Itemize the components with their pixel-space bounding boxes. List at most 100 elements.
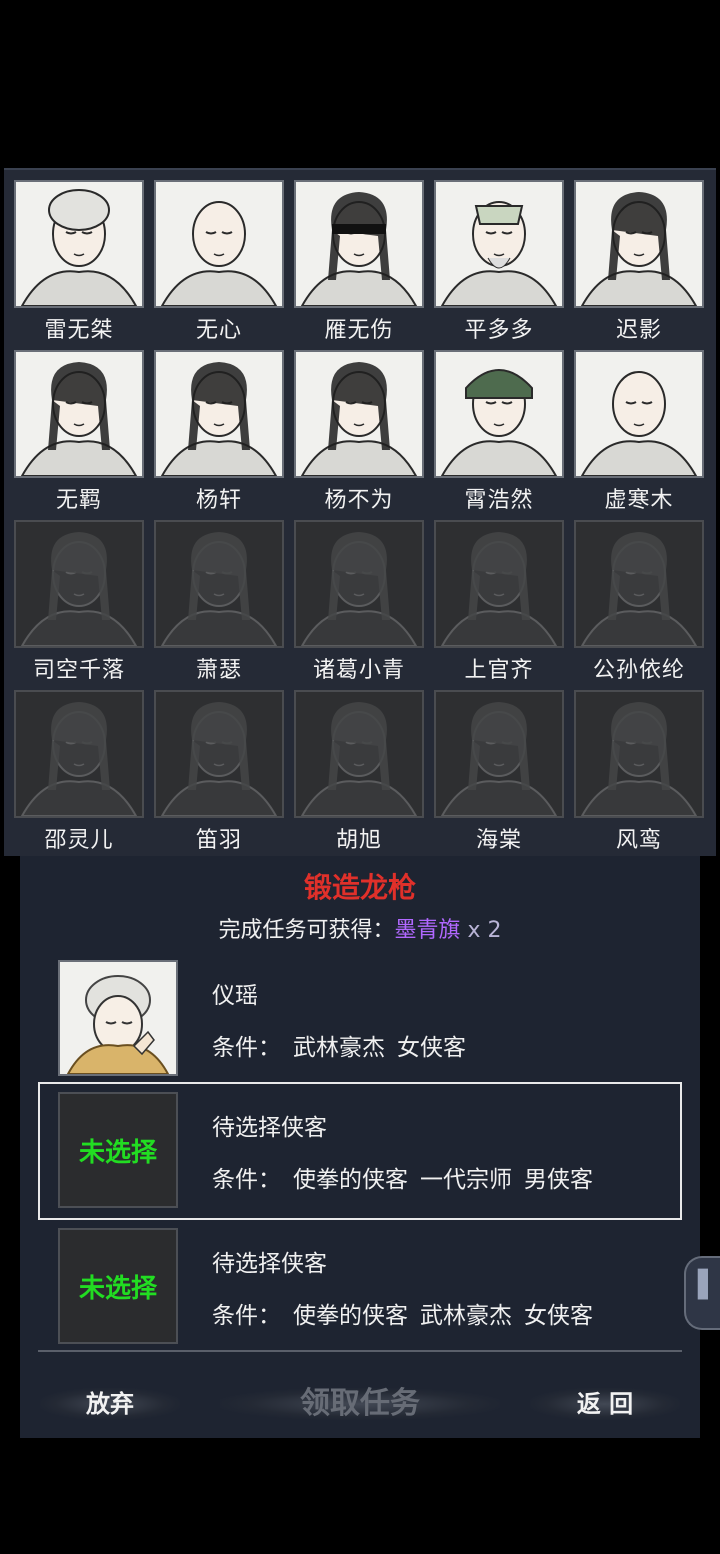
- top-black-band: [0, 0, 720, 168]
- hero-name: 海棠: [475, 828, 522, 853]
- hero-name: 平多多: [464, 318, 534, 343]
- slot-hero-name: 仪瑶: [212, 983, 258, 1009]
- slot-hero-name: 待选择侠客: [212, 1251, 327, 1277]
- hero-portrait[interactable]: [574, 520, 704, 648]
- hero-name: 司空千落: [32, 658, 125, 683]
- portrait-locked-icon: [300, 702, 418, 816]
- portrait-ponytail-icon: [20, 362, 138, 476]
- hero-card[interactable]: 邵灵儿: [14, 682, 144, 853]
- hero-card[interactable]: 公孙依纶: [574, 512, 704, 683]
- slot-portrait[interactable]: [58, 960, 178, 1076]
- portrait-locked-icon: [160, 532, 278, 646]
- condition-tag: 一代宗师: [420, 1167, 512, 1193]
- hero-portrait[interactable]: [434, 350, 564, 478]
- portrait-locked-icon: [20, 532, 138, 646]
- hero-portrait[interactable]: [294, 520, 424, 648]
- hero-card[interactable]: 迟影: [574, 172, 704, 343]
- hero-portrait[interactable]: [14, 180, 144, 308]
- hero-portrait[interactable]: [154, 180, 284, 308]
- hero-portrait[interactable]: [14, 520, 144, 648]
- hero-portrait[interactable]: [14, 350, 144, 478]
- condition-tag: 女侠客: [397, 1035, 466, 1061]
- quest-title: 锻造龙枪: [303, 871, 416, 904]
- portrait-locked-icon: [20, 702, 138, 816]
- back-button[interactable]: 返 回: [530, 1376, 680, 1432]
- reward-prefix: 完成任务可获得：: [218, 918, 395, 943]
- hero-card[interactable]: 雁无伤: [294, 172, 424, 343]
- hero-card[interactable]: 霄浩然: [434, 342, 564, 513]
- hero-card[interactable]: 杨不为: [294, 342, 424, 513]
- hero-portrait[interactable]: [434, 690, 564, 818]
- accept-quest-button[interactable]: 领取任务: [220, 1376, 500, 1432]
- hero-name: 公孙依纶: [592, 658, 685, 683]
- hero-name: 无心: [195, 318, 242, 343]
- hero-card[interactable]: 风鸾: [574, 682, 704, 853]
- portrait-bald-monk-icon: [160, 201, 278, 306]
- portrait-locked-icon: [300, 532, 418, 646]
- quest-slot-2[interactable]: 未选择 待选择侠客 条件： 使拳的侠客 一代宗师 男侠客: [38, 1082, 682, 1220]
- hero-name: 笛羽: [195, 828, 242, 853]
- hero-card[interactable]: 诸葛小青: [294, 512, 424, 683]
- hero-name: 虚寒木: [604, 488, 674, 513]
- hero-name: 杨轩: [195, 488, 242, 513]
- hero-name: 无羁: [55, 488, 102, 513]
- portrait-locked-icon: [580, 532, 698, 646]
- portrait-bald-monk-icon: [580, 371, 698, 476]
- hero-card[interactable]: 雷无桀: [14, 172, 144, 343]
- portrait-bearded-man-icon: [440, 201, 558, 306]
- portrait-locked-icon: [440, 532, 558, 646]
- slot-conditions: 条件： 使拳的侠客 一代宗师 男侠客: [212, 1160, 605, 1194]
- slot-conditions: 条件： 使拳的侠客 武林豪杰 女侠客: [212, 1296, 605, 1330]
- condition-tag: 武林豪杰: [293, 1035, 385, 1061]
- unselected-label: 未选择: [78, 1274, 157, 1304]
- portrait-monk-cap-icon: [20, 189, 138, 306]
- empty-slot-thumb[interactable]: 未选择: [58, 1092, 178, 1208]
- hero-name: 诸葛小青: [312, 658, 405, 683]
- portrait-blindfold-icon: [300, 192, 418, 306]
- condition-tag: 使拳的侠客: [293, 1167, 408, 1193]
- hero-portrait[interactable]: [154, 690, 284, 818]
- hero-portrait[interactable]: [434, 520, 564, 648]
- divider: [38, 1350, 682, 1352]
- hero-portrait[interactable]: [14, 690, 144, 818]
- hero-portrait[interactable]: [574, 690, 704, 818]
- hero-portrait[interactable]: [154, 520, 284, 648]
- hero-card[interactable]: 平多多: [434, 172, 564, 343]
- quest-slot-3[interactable]: 未选择 待选择侠客 条件： 使拳的侠客 武林豪杰 女侠客: [40, 1220, 680, 1354]
- hero-card[interactable]: 上官齐: [434, 512, 564, 683]
- side-tab-icon: ▌: [698, 1270, 718, 1300]
- hero-portrait[interactable]: [574, 350, 704, 478]
- hero-portrait[interactable]: [574, 180, 704, 308]
- hero-portrait[interactable]: [294, 180, 424, 308]
- hero-card[interactable]: 司空千落: [14, 512, 144, 683]
- empty-slot-thumb[interactable]: 未选择: [58, 1228, 178, 1344]
- hero-card[interactable]: 笛羽: [154, 682, 284, 853]
- hero-card[interactable]: 胡旭: [294, 682, 424, 853]
- hero-card[interactable]: 海棠: [434, 682, 564, 853]
- back-label: 返 回: [576, 1389, 634, 1418]
- hero-name: 杨不为: [324, 488, 394, 513]
- portrait-long-hair-icon: [300, 362, 418, 476]
- condition-label: 条件：: [212, 1303, 281, 1329]
- hero-name: 邵灵儿: [44, 828, 114, 853]
- side-tab[interactable]: ▌: [684, 1256, 720, 1330]
- hero-card[interactable]: 萧瑟: [154, 512, 284, 683]
- reward-count: x 2: [467, 918, 502, 943]
- hero-name: 雷无桀: [44, 318, 114, 343]
- abandon-button[interactable]: 放弃: [40, 1376, 180, 1432]
- hero-card[interactable]: 杨轩: [154, 342, 284, 513]
- portrait-monk-cap-icon: [66, 975, 170, 1074]
- abandon-label: 放弃: [86, 1389, 134, 1418]
- hero-card[interactable]: 虚寒木: [574, 342, 704, 513]
- hero-portrait[interactable]: [434, 180, 564, 308]
- hero-name: 胡旭: [335, 828, 382, 853]
- condition-tag: 男侠客: [524, 1167, 593, 1193]
- hero-card[interactable]: 无心: [154, 172, 284, 343]
- hero-name: 上官齐: [464, 658, 534, 683]
- hero-portrait[interactable]: [294, 350, 424, 478]
- hero-portrait[interactable]: [154, 350, 284, 478]
- quest-slot-1[interactable]: 仪瑶 条件： 武林豪杰 女侠客: [40, 952, 680, 1086]
- hero-name: 霄浩然: [464, 488, 534, 513]
- hero-portrait[interactable]: [294, 690, 424, 818]
- hero-card[interactable]: 无羁: [14, 342, 144, 513]
